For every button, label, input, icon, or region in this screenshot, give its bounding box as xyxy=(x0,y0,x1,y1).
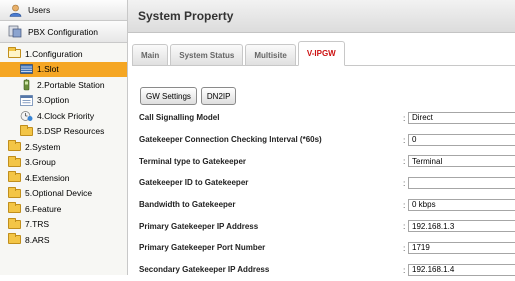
checking-interval-label: Gatekeeper Connection Checking Interval … xyxy=(139,135,322,145)
tab-main[interactable]: Main xyxy=(132,44,169,65)
folder-icon xyxy=(7,155,21,168)
users-label: Users xyxy=(28,5,51,15)
folder-icon xyxy=(7,171,21,184)
users-menu[interactable]: Users xyxy=(0,0,127,21)
tree-item-optional-device[interactable]: 5.Optional Device xyxy=(0,186,127,202)
terminal-type-label: Terminal type to Gatekeeper xyxy=(139,156,246,166)
tree-item-extension[interactable]: 4.Extension xyxy=(0,170,127,186)
gatekeeper-id-field[interactable] xyxy=(408,176,515,189)
dn2ip-button[interactable]: DN2IP xyxy=(200,87,237,105)
bandwidth-label: Bandwidth to Gatekeeper xyxy=(139,200,236,210)
tree-item-option[interactable]: 3.Option xyxy=(0,93,127,109)
tree-item-portable-station[interactable]: 2.Portable Station xyxy=(0,77,127,93)
tree-item-dsp-resources[interactable]: 5.DSP Resources xyxy=(0,124,127,140)
folder-icon xyxy=(7,140,21,153)
separator: : xyxy=(403,264,406,275)
secondary-gatekeeper-ip-field[interactable]: 192.168.1.4 xyxy=(408,263,515,276)
title-bar: System Property xyxy=(128,0,515,33)
primary-gatekeeper-port-field[interactable]: 1719 xyxy=(408,241,515,254)
property-row: Secondary Gatekeeper IP Address : 192.16… xyxy=(128,259,515,281)
navigation-tree: 1.Configuration 1.Slot 2.Portable Statio… xyxy=(0,43,127,248)
pbx-icon xyxy=(8,25,22,38)
separator: : xyxy=(403,134,406,145)
portable-station-icon xyxy=(19,78,33,91)
gw-settings-button[interactable]: GW Settings xyxy=(140,87,197,105)
tab-v-ipgw[interactable]: V-IPGW xyxy=(297,41,345,66)
property-row: Gatekeeper Connection Checking Interval … xyxy=(128,129,515,151)
users-icon xyxy=(8,4,22,17)
bandwidth-field[interactable]: 0 kbps xyxy=(408,198,515,211)
page-title: System Property xyxy=(138,9,234,23)
property-row: Primary Gatekeeper Port Number : 1719 xyxy=(128,237,515,259)
call-signalling-model-label: Call Signalling Model xyxy=(139,113,220,123)
tree-item-slot[interactable]: 1.Slot xyxy=(0,61,127,77)
tab-multisite[interactable]: Multisite xyxy=(245,44,296,65)
separator: : xyxy=(403,242,406,253)
tab-system-status[interactable]: System Status xyxy=(170,44,244,65)
clock-priority-icon xyxy=(19,110,33,122)
folder-icon xyxy=(19,124,33,137)
separator: : xyxy=(403,112,406,123)
property-row: Terminal type to Gatekeeper : Terminal xyxy=(128,150,515,172)
separator: : xyxy=(403,156,406,167)
secondary-gatekeeper-ip-label: Secondary Gatekeeper IP Address xyxy=(139,265,270,275)
separator: : xyxy=(403,221,406,232)
folder-open-icon xyxy=(7,47,21,60)
folder-icon xyxy=(7,217,21,230)
tree-item-trs[interactable]: 7.TRS xyxy=(0,217,127,233)
tab-strip: Main System Status Multisite V-IPGW xyxy=(132,40,515,66)
slot-icon xyxy=(19,63,33,75)
main-panel: System Property Main System Status Multi… xyxy=(128,0,515,276)
property-list: Call Signalling Model : Direct Gatekeepe… xyxy=(128,107,515,281)
primary-gatekeeper-ip-label: Primary Gatekeeper IP Address xyxy=(139,221,259,231)
tree-item-clock-priority[interactable]: 4.Clock Priority xyxy=(0,108,127,124)
property-row: Bandwidth to Gatekeeper : 0 kbps xyxy=(128,194,515,216)
option-icon xyxy=(19,94,33,106)
tree-item-ars[interactable]: 8.ARS xyxy=(0,232,127,248)
folder-icon xyxy=(7,202,21,215)
action-buttons: GW Settings DN2IP xyxy=(140,87,240,105)
sidebar: Users PBX Configuration 1.Configuration xyxy=(0,0,128,275)
pbx-configuration-menu[interactable]: PBX Configuration xyxy=(0,21,127,43)
checking-interval-field[interactable]: 0 xyxy=(408,133,515,146)
tree-item-configuration[interactable]: 1.Configuration xyxy=(0,46,127,62)
call-signalling-model-field[interactable]: Direct xyxy=(408,111,515,124)
tree-item-system[interactable]: 2.System xyxy=(0,139,127,155)
gatekeeper-id-label: Gatekeeper ID to Gatekeeper xyxy=(139,178,249,188)
folder-icon xyxy=(7,186,21,199)
property-row: Primary Gatekeeper IP Address : 192.168.… xyxy=(128,215,515,237)
separator: : xyxy=(403,199,406,210)
primary-gatekeeper-port-label: Primary Gatekeeper Port Number xyxy=(139,243,266,253)
tree-item-feature[interactable]: 6.Feature xyxy=(0,201,127,217)
tree-item-group[interactable]: 3.Group xyxy=(0,155,127,171)
terminal-type-field[interactable]: Terminal xyxy=(408,155,515,168)
property-row: Gatekeeper ID to Gatekeeper : xyxy=(128,172,515,194)
property-row: Call Signalling Model : Direct xyxy=(128,107,515,129)
primary-gatekeeper-ip-field[interactable]: 192.168.1.3 xyxy=(408,220,515,233)
folder-icon xyxy=(7,233,21,246)
separator: : xyxy=(403,177,406,188)
pbx-configuration-label: PBX Configuration xyxy=(28,26,98,37)
